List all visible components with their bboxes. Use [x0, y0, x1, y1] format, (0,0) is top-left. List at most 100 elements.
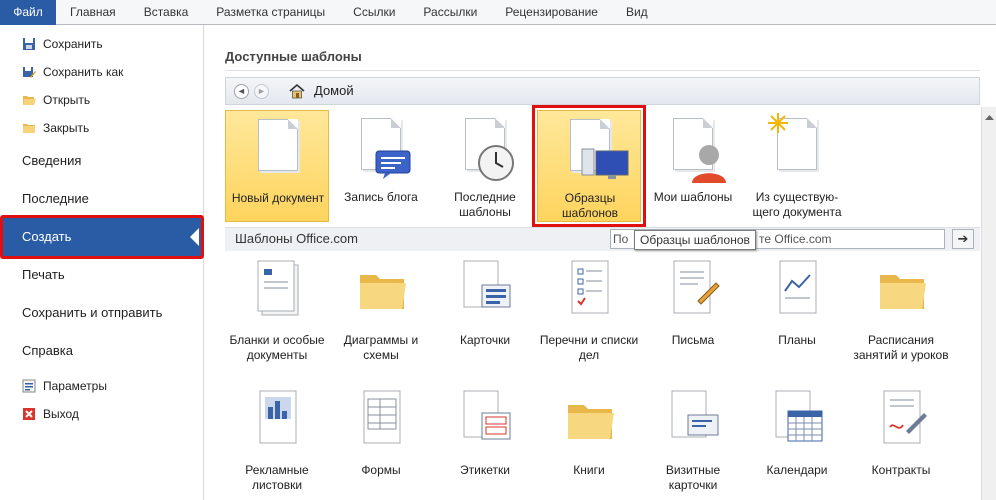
selection-notch	[190, 228, 199, 246]
tab-references[interactable]: Ссылки	[339, 0, 409, 25]
tab-home[interactable]: Главная	[56, 0, 130, 25]
vertical-scrollbar[interactable]	[981, 107, 996, 500]
office-template-diagrams[interactable]: Диаграммы и схемы	[329, 257, 433, 375]
cards-icon	[463, 260, 511, 308]
tab-insert[interactable]: Вставка	[130, 0, 203, 25]
save-as-icon	[23, 67, 36, 78]
tab-file[interactable]: Файл	[0, 0, 56, 25]
home-icon	[289, 83, 305, 99]
folder-icon	[360, 275, 406, 309]
nav-exit[interactable]: Выход	[22, 404, 79, 424]
office-template-lists[interactable]: Перечни и списки дел	[537, 257, 641, 375]
scroll-up-arrow-icon[interactable]	[984, 113, 995, 121]
template-label: Формы	[361, 463, 401, 477]
search-value-tail: те Office.com	[759, 232, 832, 246]
user-icon	[692, 145, 726, 183]
template-label: Карточки	[459, 333, 511, 347]
ribbon-tabs: Главная Вставка Разметка страницы Ссылки…	[56, 0, 662, 25]
letter-pencil-icon	[673, 260, 720, 314]
calendar-icon	[775, 390, 823, 442]
nav-close[interactable]: Закрыть	[22, 118, 89, 138]
template-label: Новый документ	[231, 191, 325, 205]
page-title: Доступные шаблоны	[225, 49, 362, 64]
tooltip: Образцы шаблонов	[634, 230, 756, 250]
available-templates: Новый документ Запись блога Последние ша…	[225, 105, 980, 227]
checklist-icon	[571, 260, 609, 314]
folder-icon	[568, 405, 614, 439]
nav-open[interactable]: Открыть	[22, 90, 90, 110]
forward-button[interactable]: ►	[254, 84, 269, 99]
speech-bubble-icon	[375, 150, 411, 179]
search-go-button[interactable]: ➔	[952, 229, 974, 249]
nav-new-selected[interactable]: Создать	[0, 215, 204, 259]
nav-options-label: Параметры	[43, 379, 107, 393]
options-icon	[22, 379, 36, 393]
template-blog-post[interactable]: Запись блога	[329, 110, 433, 222]
template-navbar: ◄ ► Домой	[225, 77, 980, 105]
template-from-existing[interactable]: Из существую-щего документа	[745, 110, 849, 222]
office-template-plans[interactable]: Планы	[745, 257, 849, 375]
templates-pane: Доступные шаблоны ◄ ► Домой Новый докуме…	[205, 25, 996, 500]
template-label: Диаграммы и схемы	[343, 333, 419, 362]
sparkle-icon	[768, 113, 788, 133]
tab-mailings[interactable]: Рассылки	[409, 0, 491, 25]
template-sample-templates[interactable]: Образцы шаблонов	[532, 105, 646, 227]
office-template-business-cards[interactable]: Визитные карточки	[641, 387, 745, 500]
nav-save-as[interactable]: Сохранить как	[22, 62, 123, 82]
template-label: Перечни и списки дел	[539, 333, 639, 362]
template-label: Образцы шаблонов	[561, 191, 619, 220]
template-label: Мои шаблоны	[653, 190, 733, 204]
office-template-forms-docs[interactable]: Бланки и особые документы	[225, 257, 329, 375]
template-recent-templates[interactable]: Последние шаблоны	[433, 110, 537, 222]
nav-new-label: Создать	[22, 229, 72, 244]
template-label: Контракты	[871, 463, 931, 477]
nav-print[interactable]: Печать	[22, 263, 65, 287]
office-template-cards[interactable]: Карточки	[433, 257, 537, 375]
nav-save-as-label: Сохранить как	[43, 65, 124, 79]
template-label: Письма	[671, 333, 715, 347]
folder-icon	[880, 275, 926, 309]
nav-recent[interactable]: Последние	[22, 187, 89, 211]
template-label: Бланки и особые документы	[229, 333, 325, 362]
nav-options[interactable]: Параметры	[22, 376, 107, 396]
office-template-labels[interactable]: Этикетки	[433, 387, 537, 500]
breadcrumb-home[interactable]: Домой	[314, 78, 354, 104]
template-label: Книги	[573, 463, 605, 477]
tab-review[interactable]: Рецензирование	[491, 0, 612, 25]
nav-save-label: Сохранить	[43, 37, 103, 51]
office-template-schedules[interactable]: Расписания занятий и уроков	[849, 257, 953, 375]
open-folder-icon	[23, 96, 36, 105]
nav-save[interactable]: Сохранить	[22, 34, 103, 54]
template-label: Этикетки	[460, 463, 510, 477]
office-template-forms[interactable]: Формы	[329, 387, 433, 500]
nav-save-send[interactable]: Сохранить и отправить	[22, 301, 162, 325]
search-value: По	[613, 232, 629, 246]
office-templates-label: Шаблоны Office.com	[235, 231, 358, 246]
template-label: Последние шаблоны	[454, 190, 516, 219]
labels-icon	[463, 390, 511, 440]
office-template-letters[interactable]: Письма	[641, 257, 745, 375]
office-template-books[interactable]: Книги	[537, 387, 641, 500]
template-my-templates[interactable]: Мои шаблоны	[641, 110, 745, 222]
clock-icon	[478, 145, 514, 181]
title-divider	[225, 70, 980, 71]
nav-info[interactable]: Сведения	[22, 149, 81, 173]
office-templates-grid: Бланки и особые документы Диаграммы и сх…	[225, 257, 980, 500]
nav-help[interactable]: Справка	[22, 339, 73, 363]
back-button[interactable]: ◄	[234, 84, 249, 99]
monitor-icon	[581, 148, 629, 179]
template-label: Рекламные листовки	[245, 463, 309, 492]
backstage-nav: Сохранить Сохранить как Открыть Закрыть …	[0, 25, 204, 500]
tab-view[interactable]: Вид	[612, 0, 662, 25]
office-templates-bar: Шаблоны Office.com По те Office.com ➔	[225, 227, 980, 251]
tab-page-layout[interactable]: Разметка страницы	[202, 0, 339, 25]
office-template-contracts[interactable]: Контракты	[849, 387, 953, 500]
template-label: Планы	[778, 333, 816, 347]
template-label: Запись блога	[344, 190, 418, 204]
blank-document-icon	[258, 119, 298, 171]
template-new-document[interactable]: Новый документ	[225, 110, 329, 222]
office-template-flyers[interactable]: Рекламные листовки	[225, 387, 329, 500]
flyer-icon	[259, 390, 297, 444]
template-label: Из существую-щего документа	[752, 190, 842, 219]
office-template-calendars[interactable]: Календари	[745, 387, 849, 500]
